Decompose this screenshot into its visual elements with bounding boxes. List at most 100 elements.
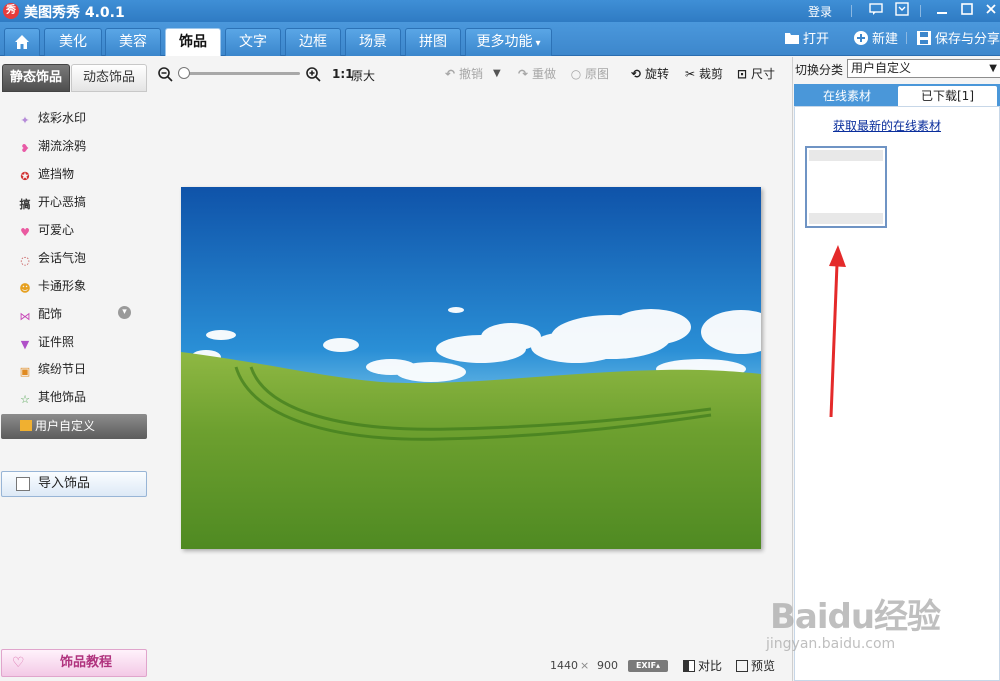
tab-accessories[interactable]: 饰品 (165, 28, 221, 56)
category-item[interactable]: ▼ 证件照 (18, 332, 74, 352)
undo-button[interactable]: ↶ 撤销 (443, 67, 483, 81)
hands-heart-icon: ♡ (12, 655, 25, 671)
category-select[interactable]: 用户自定义 ▼ (847, 59, 1000, 78)
category-item[interactable]: ◌ 会话气泡 (18, 248, 86, 268)
save-share-button[interactable]: 保存与分享 (916, 30, 1000, 49)
app-title: 美图秀秀 4.0.1 (24, 5, 125, 21)
tab-online-materials[interactable]: 在线素材 (798, 86, 896, 106)
save-icon (917, 31, 931, 45)
tab-home[interactable] (4, 28, 40, 56)
redo-icon: ↷ (517, 67, 529, 81)
close-icon[interactable] (982, 2, 1000, 20)
downloaded-material-thumbnail[interactable] (805, 146, 887, 228)
main-tab-bar: 美化 美容 饰品 文字 边框 场景 拼图 更多功能 打开 新建 保存与分享 (0, 22, 1000, 56)
home-icon (15, 35, 29, 49)
tab-collage[interactable]: 拼图 (405, 28, 461, 56)
baidu-watermark: Baidu经验 jingyan.baidu.com (766, 575, 966, 655)
tab-beautify[interactable]: 美化 (44, 28, 102, 56)
prank-icon: 搞 (19, 198, 31, 211)
redo-button[interactable]: ↷ 重做 (516, 67, 556, 81)
login-link[interactable]: 登录 (808, 3, 832, 20)
maximize-icon[interactable] (958, 2, 976, 20)
tab-beauty[interactable]: 美容 (105, 28, 161, 56)
material-tabs: 在线素材 已下载[1] (794, 84, 1000, 106)
menu-icon[interactable] (893, 2, 911, 20)
tab-scene[interactable]: 场景 (345, 28, 401, 56)
image-height: 900 (597, 659, 618, 672)
new-label: 新建 (872, 32, 899, 47)
resize-icon: ⊡ (736, 67, 748, 81)
circle-icon: ○ (570, 67, 582, 81)
zoom-slider-handle[interactable] (178, 67, 190, 79)
star-outline-icon: ☆ (20, 393, 30, 406)
category-user-custom[interactable]: 用户自定义 (1, 414, 147, 439)
rotate-icon: ⟲ (630, 67, 642, 81)
edit-toolbar: 1:1 原大 ↶ 撤销 ▼ ↷ 重做 ○ 原图 ⟲ 旋转 ✂ 裁剪 ⊡ 尺寸 (150, 57, 790, 91)
cartoon-face-icon: ☻ (19, 282, 31, 295)
divider (906, 32, 907, 44)
import-icon (16, 477, 30, 491)
category-item[interactable]: ✪ 遮挡物 (18, 164, 74, 184)
divider (851, 5, 852, 17)
switch-category-label: 切换分类 (795, 63, 844, 77)
save-share-label: 保存与分享 (935, 32, 1000, 47)
preview-icon (736, 660, 748, 672)
tab-static-accessories[interactable]: 静态饰品 (2, 64, 70, 92)
import-accessory-button[interactable]: 导入饰品 (1, 471, 147, 497)
original-size-label[interactable]: 原大 (351, 67, 375, 84)
zoom-out-icon[interactable] (157, 66, 173, 82)
compare-button[interactable]: 对比 (683, 657, 722, 674)
category-item[interactable]: ✦ 炫彩水印 (18, 108, 86, 128)
zoom-in-icon[interactable] (305, 66, 321, 82)
left-panel: 静态饰品 动态饰品 ✦ 炫彩水印 ❥ 潮流涂鸦 ✪ 遮挡物 搞开心恶搞 ♥ 可爱心 ◌ 会… (0, 57, 150, 681)
thumbnail-band (809, 213, 883, 224)
category-item[interactable]: ☆ 其他饰品 (18, 387, 86, 407)
category-item[interactable]: ♥ 可爱心 (18, 220, 74, 240)
compare-icon (683, 660, 695, 672)
preview-button[interactable]: 预览 (736, 657, 775, 674)
plus-circle-icon (854, 31, 868, 45)
resize-button[interactable]: ⊡ 尺寸 (735, 67, 775, 81)
category-item[interactable]: 搞开心恶搞 (18, 192, 87, 212)
lips-icon: ❥ (20, 142, 30, 155)
landscape-photo (181, 187, 761, 549)
tab-text[interactable]: 文字 (225, 28, 281, 56)
get-latest-materials-link[interactable]: 获取最新的在线素材 (833, 117, 941, 134)
exif-button[interactable]: EXIF▴ (628, 660, 668, 672)
tab-more-features[interactable]: 更多功能 (465, 28, 552, 56)
undo-dropdown[interactable]: ▼ (493, 67, 501, 81)
crop-button[interactable]: ✂ 裁剪 (683, 67, 723, 81)
mask-icon: ✪ (20, 170, 30, 183)
sparkle-icon: ✦ (20, 114, 30, 127)
category-item[interactable]: ☻ 卡通形象 (18, 276, 86, 296)
rotate-button[interactable]: ⟲ 旋转 (629, 67, 669, 81)
open-label: 打开 (803, 32, 830, 47)
original-image-button[interactable]: ○ 原图 (569, 67, 609, 81)
open-button[interactable]: 打开 (784, 30, 829, 49)
shirt-icon: ▼ (20, 338, 30, 351)
new-button[interactable]: 新建 (853, 30, 898, 49)
chevron-down-icon[interactable]: ▾ (118, 306, 131, 319)
bow-icon: ⋈ (19, 310, 31, 323)
folder-icon (785, 33, 799, 44)
watermark-main: Baidu经验 (770, 597, 941, 637)
accessory-tutorial-button[interactable]: ♡ 饰品教程 (1, 649, 147, 677)
heart-icon: ♥ (20, 226, 30, 239)
folder-icon (20, 420, 32, 431)
tab-downloaded[interactable]: 已下载[1] (898, 86, 997, 106)
title-bar: 秀 美图秀秀 4.0.1 登录 (0, 0, 1000, 22)
divider (920, 5, 921, 17)
message-icon[interactable] (867, 2, 885, 20)
zoom-slider-track[interactable] (182, 72, 300, 75)
tab-dynamic-accessories[interactable]: 动态饰品 (71, 64, 147, 92)
category-item[interactable]: ▣ 缤纷节日 (18, 359, 86, 379)
undo-icon: ↶ (444, 67, 456, 81)
thumbnail-band (809, 150, 883, 161)
minimize-icon[interactable] (933, 2, 951, 20)
category-item[interactable]: ❥ 潮流涂鸦 (18, 136, 86, 156)
category-item[interactable]: ⋈ 配饰 (18, 304, 63, 324)
tab-border[interactable]: 边框 (285, 28, 341, 56)
chevron-down-icon: ▼ (989, 63, 997, 74)
scissors-icon: ✂ (684, 67, 696, 81)
photo-canvas[interactable] (181, 187, 761, 549)
